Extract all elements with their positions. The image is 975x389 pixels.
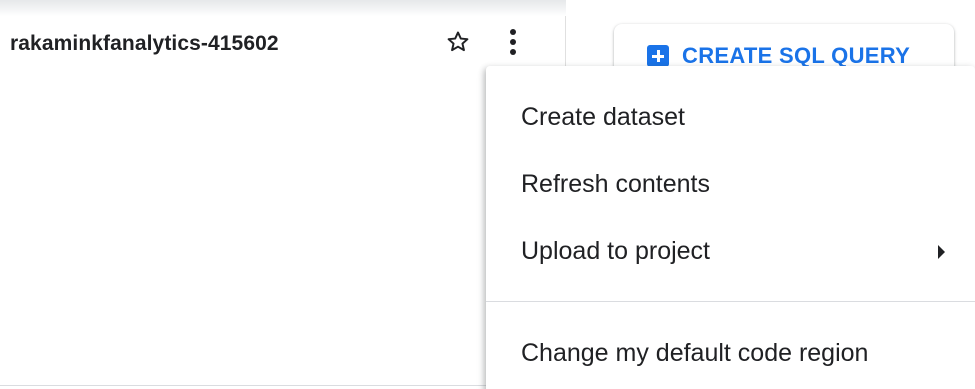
explorer-panel: rakaminkfanalytics-415602 xyxy=(0,0,975,389)
menu-item-create-dataset[interactable]: Create dataset xyxy=(486,88,975,146)
star-icon[interactable] xyxy=(443,27,473,57)
menu-item-refresh-contents[interactable]: Refresh contents xyxy=(486,155,975,213)
star-outline-icon xyxy=(447,31,469,52)
kebab-dots xyxy=(510,29,516,55)
project-name: rakaminkfanalytics-415602 xyxy=(10,32,279,55)
panel-divider xyxy=(0,385,566,386)
arrow-right-icon xyxy=(938,245,945,259)
more-vert-icon[interactable] xyxy=(500,25,526,59)
project-row[interactable]: rakaminkfanalytics-415602 xyxy=(0,22,545,66)
menu-divider xyxy=(486,301,975,302)
menu-item-label: Change my default code region xyxy=(521,339,869,367)
add-box-icon xyxy=(647,45,669,67)
menu-item-label: Upload to project xyxy=(521,237,711,265)
menu-item-change-default-code-region[interactable]: Change my default code region xyxy=(486,324,975,382)
menu-item-label: Refresh contents xyxy=(521,170,710,198)
project-actions-menu: Create dataset Refresh contents Upload t… xyxy=(486,66,975,389)
menu-item-upload-to-project[interactable]: Upload to project xyxy=(486,222,975,280)
bigquery-explorer-screen: rakaminkfanalytics-415602 CREATE SQL QUE… xyxy=(0,0,975,389)
menu-item-label: Create dataset xyxy=(521,103,685,131)
